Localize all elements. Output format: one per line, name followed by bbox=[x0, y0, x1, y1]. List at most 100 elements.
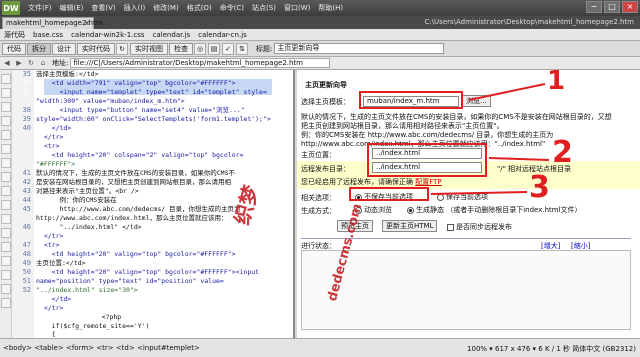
maximize-button[interactable]: □ bbox=[604, 1, 620, 13]
home-icon[interactable]: ⌂ bbox=[38, 58, 48, 68]
globe-icon[interactable]: ◎ bbox=[194, 42, 206, 55]
code-line: <td height="20" valign="top" bgcolor="#F… bbox=[36, 250, 236, 258]
file-mgmt-icon[interactable]: ⇅ bbox=[236, 42, 248, 55]
title-label: 标题: bbox=[256, 44, 273, 53]
document-toolbar: 代码 拆分 设计 实时代码 ↻ 实时视图 检查 ◎ ▤ ✓ ⇅ 标题: 主页更新… bbox=[0, 41, 640, 57]
document-tab[interactable]: makehtml_homepage2.htm × bbox=[2, 17, 103, 29]
menu-help[interactable]: 帮助(H) bbox=[318, 3, 343, 13]
code-line: </td> bbox=[36, 124, 72, 132]
coding-toolbar bbox=[0, 70, 12, 338]
line-number: 48 bbox=[22, 250, 31, 258]
menu-view[interactable]: 查看(V) bbox=[91, 3, 115, 13]
code-line: 是安装在网站根目录的，又想把主页创建到网站根目录，那么请用相 bbox=[36, 178, 231, 186]
menu-insert[interactable]: 插入(I) bbox=[124, 3, 146, 13]
app-logo: DW bbox=[2, 1, 20, 15]
code-line: http://www.abc.com/index.html，那么主页位置就应该用… bbox=[36, 214, 228, 222]
menu-file[interactable]: 文件(F) bbox=[28, 3, 52, 13]
code-line: "../index.html" size="30"> bbox=[36, 286, 138, 294]
menu-commands[interactable]: 命令(C) bbox=[220, 3, 244, 13]
validate-icon[interactable]: ✓ bbox=[222, 42, 234, 55]
code-line: <tr> bbox=[36, 142, 60, 150]
code-line: http://www.abc.com/dedecms/ 目录，你想生成的主页为 bbox=[36, 205, 241, 213]
code-line: </tr> bbox=[36, 232, 64, 240]
select-parent-tag-icon[interactable] bbox=[1, 130, 11, 140]
code-line: <input name="templet" type="text" id="te… bbox=[36, 88, 267, 96]
line-number: 47 bbox=[22, 241, 31, 249]
collapse-tag-icon[interactable] bbox=[1, 88, 11, 98]
line-number: 38 bbox=[22, 106, 31, 114]
indent-code-icon[interactable] bbox=[1, 270, 11, 280]
highlight-invalid-icon[interactable] bbox=[1, 172, 11, 182]
code-view-button[interactable]: 代码 bbox=[2, 42, 26, 55]
menu-format[interactable]: 格式(O) bbox=[187, 3, 212, 13]
move-css-icon[interactable] bbox=[1, 256, 11, 266]
code-line: "width:300" value="muban/index_m.htm"> bbox=[36, 97, 185, 105]
related-file-calendar-css[interactable]: calendar-win2k-1.css bbox=[71, 31, 144, 39]
status-info: 100% ▾ 617 x 476 ▾ 6 K / 1 秒 简体中文 (GB231… bbox=[467, 345, 636, 353]
related-file-base-css[interactable]: base.css bbox=[33, 31, 63, 39]
annotation-arrow-3 bbox=[430, 191, 528, 195]
refresh-icon[interactable]: ↻ bbox=[116, 42, 128, 55]
menu-window[interactable]: 窗口(W) bbox=[284, 3, 310, 13]
close-button[interactable]: × bbox=[622, 1, 638, 13]
reload-icon[interactable]: ↻ bbox=[26, 58, 36, 68]
line-number: 39 bbox=[22, 115, 31, 123]
line-number: 51 bbox=[22, 277, 31, 285]
design-view-button[interactable]: 设计 bbox=[52, 42, 76, 55]
code-line: "../index.html" </td> bbox=[36, 223, 142, 231]
address-bar: ◀ ▶ ↻ ⌂ 地址: file:///C|/Users/Administrat… bbox=[0, 57, 640, 70]
line-number: 49 bbox=[22, 259, 31, 267]
expand-all-icon[interactable] bbox=[1, 116, 11, 126]
line-number: 43 bbox=[22, 187, 31, 195]
tab-close-icon[interactable]: × bbox=[84, 18, 90, 29]
live-code-button[interactable]: 实时代码 bbox=[77, 42, 115, 55]
code-line: name="position" type="text" id="position… bbox=[36, 277, 224, 285]
status-bar: <body> <table> <form> <tr> <td> <input#t… bbox=[0, 338, 640, 357]
code-line: <td height="20" colspan="2" valign="top"… bbox=[36, 151, 244, 159]
recent-snippets-icon[interactable] bbox=[1, 242, 11, 252]
line-number: 42 bbox=[22, 178, 31, 186]
line-number: 41 bbox=[22, 169, 31, 177]
address-input[interactable]: file:///C|/Users/Administrator/Desktop/m… bbox=[70, 58, 331, 68]
menu-modify[interactable]: 修改(M) bbox=[153, 3, 179, 13]
related-file-source[interactable]: 源代码 bbox=[4, 30, 25, 40]
code-line: </td> bbox=[36, 295, 72, 303]
split-view-button[interactable]: 拆分 bbox=[27, 42, 51, 55]
annotation-arrow-1 bbox=[468, 83, 546, 101]
title-input[interactable]: 主页更新向导 bbox=[274, 43, 445, 54]
inspect-button[interactable]: 检查 bbox=[169, 42, 193, 55]
code-line: style="width:60" onClick="SelectTemplets… bbox=[36, 115, 271, 123]
code-line: { bbox=[36, 330, 56, 338]
live-view-button[interactable]: 实时视图 bbox=[130, 42, 168, 55]
open-documents-icon[interactable] bbox=[1, 74, 11, 84]
code-line: </tr> bbox=[36, 304, 64, 312]
code-line: "#FFFFFF"> bbox=[36, 160, 76, 168]
minimize-button[interactable]: − bbox=[586, 1, 602, 13]
code-line: <?php bbox=[86, 313, 122, 321]
line-number: 35 bbox=[22, 70, 31, 78]
apply-comment-icon[interactable] bbox=[1, 200, 11, 210]
line-number: 50 bbox=[22, 268, 31, 276]
forward-icon[interactable]: ▶ bbox=[14, 58, 24, 68]
code-line: 例：你的CMS安装在 bbox=[36, 196, 117, 204]
syntax-error-icon[interactable] bbox=[1, 186, 11, 196]
line-numbers-icon[interactable] bbox=[1, 158, 11, 168]
related-file-calendar-js[interactable]: calendar.js bbox=[153, 31, 191, 39]
code-line: <input type="button" name="set4" value="… bbox=[36, 106, 245, 114]
balance-braces-icon[interactable] bbox=[1, 144, 11, 154]
menu-edit[interactable]: 编辑(E) bbox=[60, 3, 84, 13]
menu-site[interactable]: 站点(S) bbox=[252, 3, 276, 13]
design-pane[interactable]: 主页更新向导 选择主页模板： muban/index_m.htm 浏览... 默… bbox=[297, 70, 640, 338]
collapse-selection-icon[interactable] bbox=[1, 102, 11, 112]
remove-comment-icon[interactable] bbox=[1, 214, 11, 224]
format-source-icon[interactable] bbox=[1, 298, 11, 308]
outdent-code-icon[interactable] bbox=[1, 284, 11, 294]
wrap-tag-icon[interactable] bbox=[1, 228, 11, 238]
related-file-calendar-cn-js[interactable]: calendar-cn.js bbox=[198, 31, 247, 39]
title-bar: DW 文件(F) 编辑(E) 查看(V) 插入(I) 修改(M) 格式(O) 命… bbox=[0, 0, 640, 16]
visual-aids-icon[interactable]: ▤ bbox=[208, 42, 220, 55]
code-line: </tr> bbox=[36, 133, 64, 141]
tag-selector[interactable]: <body> <table> <form> <tr> <td> <input#t… bbox=[3, 344, 200, 352]
back-icon[interactable]: ◀ bbox=[2, 58, 12, 68]
annotation-arrow-2 bbox=[488, 157, 550, 161]
